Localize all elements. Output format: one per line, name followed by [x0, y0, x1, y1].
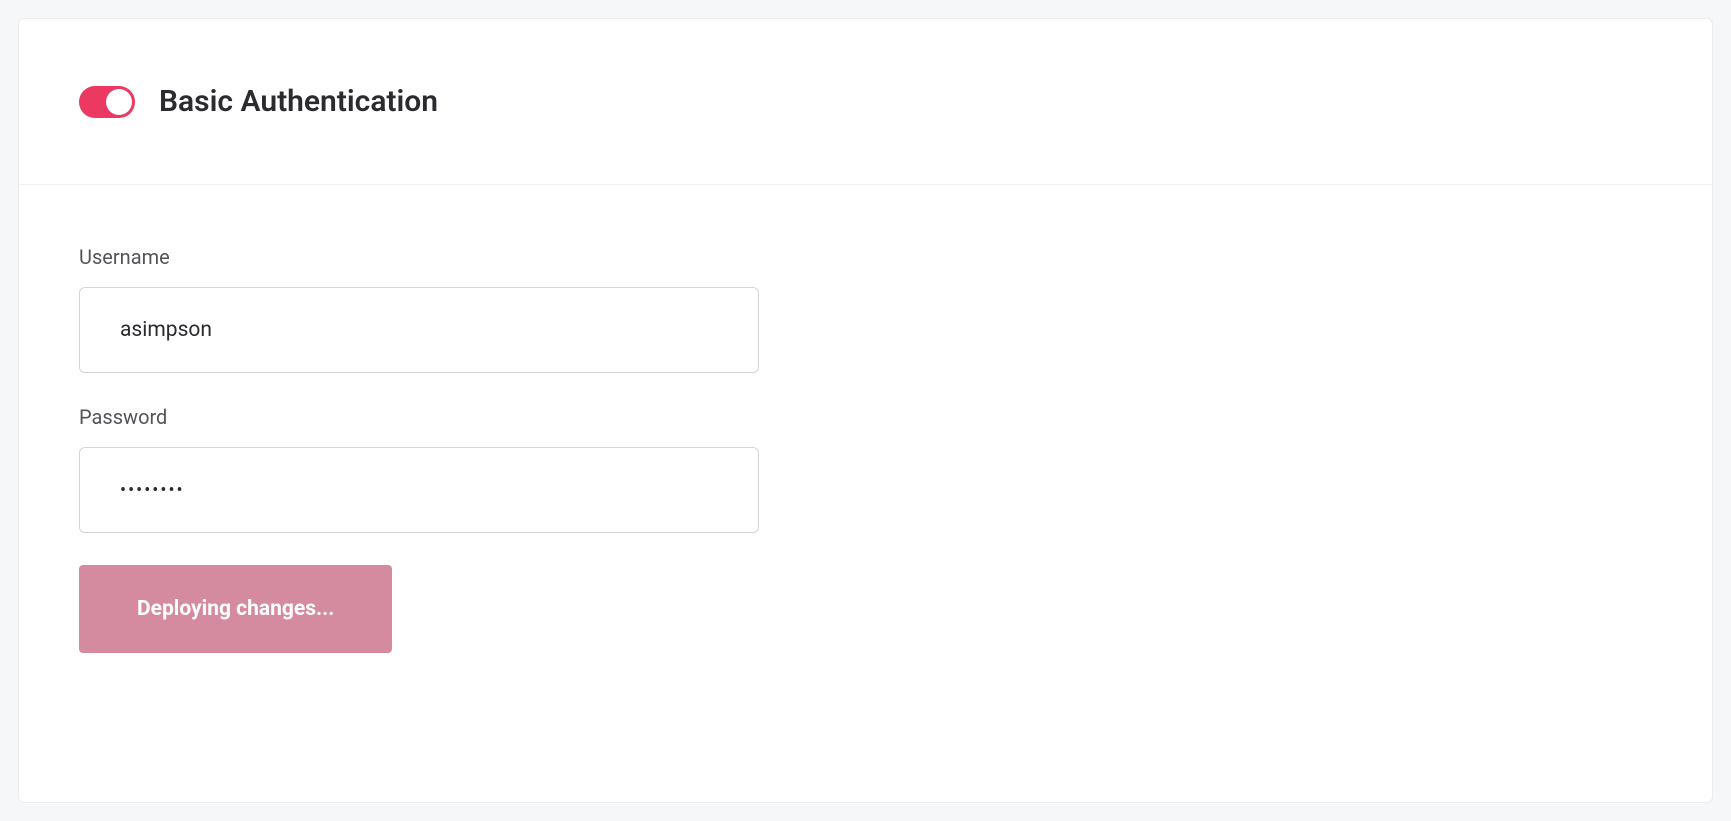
password-input[interactable]	[79, 447, 759, 533]
card-body: Username Password Deploying changes...	[19, 185, 1712, 713]
password-label: Password	[79, 405, 1652, 429]
basic-auth-card: Basic Authentication Username Password D…	[18, 18, 1713, 803]
card-title: Basic Authentication	[159, 84, 438, 119]
toggle-knob	[106, 89, 132, 115]
deploy-button[interactable]: Deploying changes...	[79, 565, 392, 653]
username-group: Username	[79, 245, 1652, 373]
password-group: Password	[79, 405, 1652, 533]
username-input[interactable]	[79, 287, 759, 373]
card-header: Basic Authentication	[19, 19, 1712, 185]
basic-auth-toggle[interactable]	[79, 86, 135, 118]
username-label: Username	[79, 245, 1652, 269]
